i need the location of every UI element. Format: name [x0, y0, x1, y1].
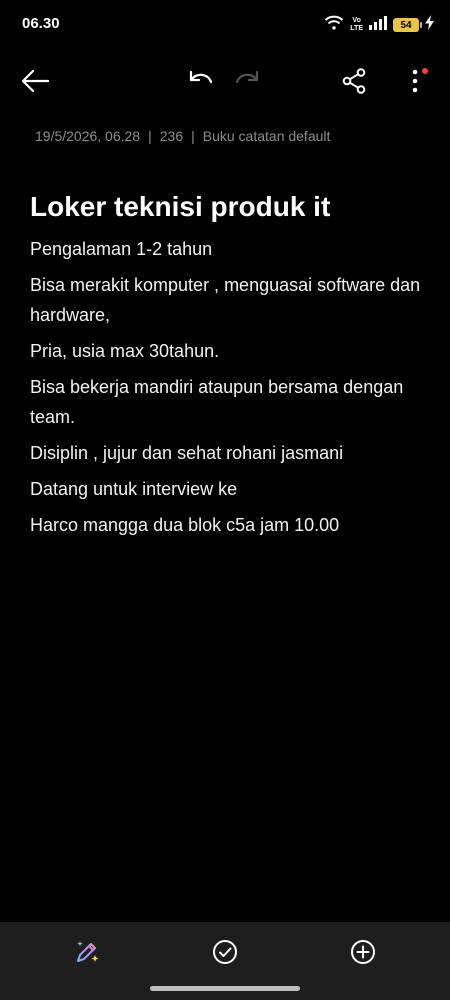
share-button[interactable] [333, 62, 375, 104]
note-meta: 19/5/2026, 06.28 | 236 | Buku catatan de… [35, 128, 330, 144]
undo-button[interactable] [180, 62, 222, 104]
note-line[interactable]: Pria, usia max 30tahun. [30, 336, 425, 366]
volte-top-label: Vo [352, 17, 361, 24]
add-circle-icon [350, 939, 376, 970]
meta-separator: | [191, 128, 195, 144]
note-line[interactable]: Datang untuk interview ke [30, 474, 425, 504]
note-line[interactable]: Bisa bekerja mandiri ataupun bersama den… [30, 372, 425, 432]
undo-icon [188, 70, 214, 97]
battery-level: 54 [400, 19, 412, 31]
ai-pen-icon [73, 938, 101, 971]
redo-icon [234, 70, 260, 97]
battery-icon: 54 [393, 18, 422, 32]
share-icon [342, 67, 366, 99]
notebook-name[interactable]: Buku catatan default [203, 128, 331, 144]
redo-button[interactable] [226, 62, 268, 104]
volte-bottom-label: LTE [350, 25, 363, 32]
meta-separator: | [148, 128, 152, 144]
checklist-icon [212, 939, 238, 970]
charging-icon [425, 15, 434, 35]
signal-icon [369, 15, 387, 35]
more-vertical-icon [412, 69, 418, 98]
wifi-icon [324, 15, 344, 36]
note-title[interactable]: Loker teknisi produk it [30, 188, 425, 226]
note-line[interactable]: Harco mangga dua blok c5a jam 10.00 [30, 510, 425, 540]
note-line[interactable]: Disiplin , jujur dan sehat rohani jasman… [30, 438, 425, 468]
status-bar: 06.30 Vo LTE 54 [0, 0, 450, 50]
note-toolbar [0, 56, 450, 110]
add-button[interactable] [341, 932, 385, 976]
note-body[interactable]: Loker teknisi produk it Pengalaman 1-2 t… [30, 188, 425, 546]
notification-dot [422, 68, 428, 74]
back-button[interactable] [14, 62, 56, 104]
note-date: 19/5/2026, 06.28 [35, 128, 141, 144]
note-line[interactable]: Pengalaman 1-2 tahun [30, 234, 425, 264]
note-char-count: 236 [159, 128, 184, 144]
volte-icon: Vo LTE [350, 17, 363, 33]
note-line[interactable]: Bisa merakit komputer , menguasai softwa… [30, 270, 425, 330]
back-arrow-icon [21, 69, 50, 98]
ai-assist-button[interactable] [65, 932, 109, 976]
status-time: 06.30 [22, 15, 60, 32]
checklist-button[interactable] [203, 932, 247, 976]
status-icons: Vo LTE 54 [324, 14, 434, 36]
home-indicator[interactable] [150, 986, 300, 991]
more-options-button[interactable] [394, 62, 436, 104]
